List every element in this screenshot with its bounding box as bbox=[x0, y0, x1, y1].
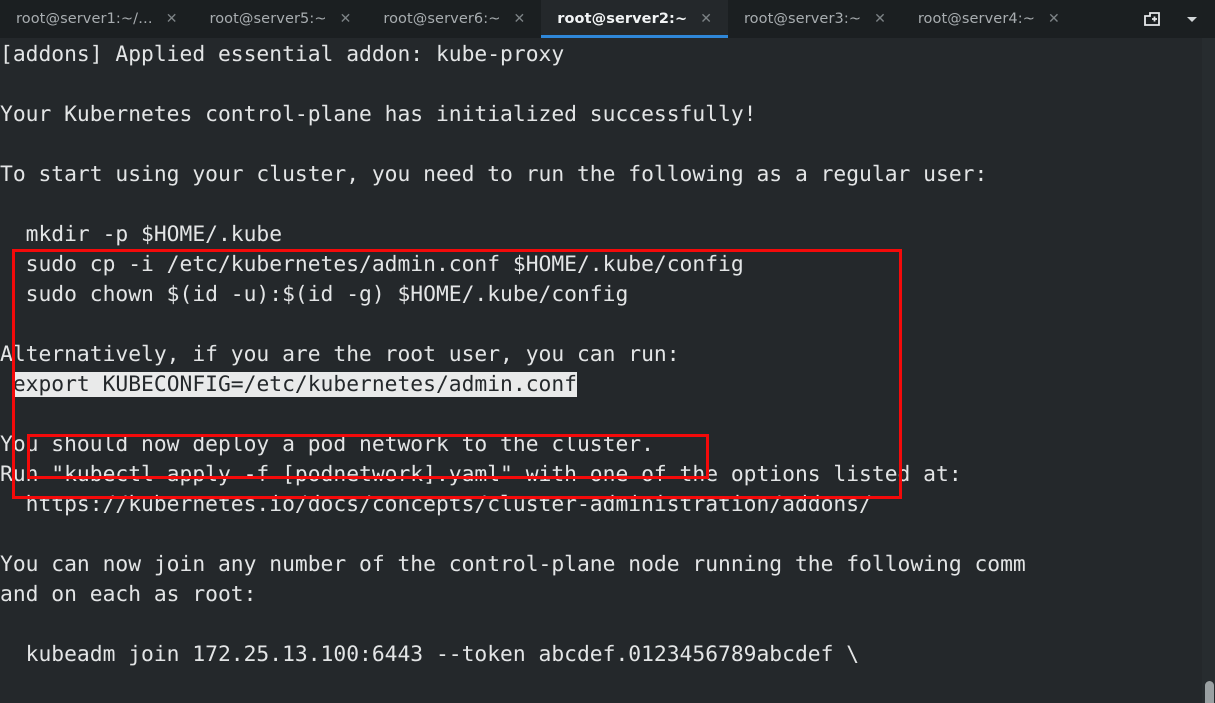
tab-label: root@server4:~ bbox=[917, 11, 1035, 27]
tab-root-server6[interactable]: root@server6:~ ✕ bbox=[367, 0, 541, 38]
tab-label: root@server3:~ bbox=[743, 11, 862, 27]
tab-label: root@server5:~ bbox=[209, 11, 327, 27]
tab-label: root@server2:~ bbox=[557, 11, 688, 27]
tab-root-server4[interactable]: root@server4:~ ✕ bbox=[902, 0, 1076, 38]
close-icon[interactable]: ✕ bbox=[874, 12, 886, 26]
terminal-line: [addons] Applied essential addon: kube-p… bbox=[0, 42, 565, 67]
new-tab-icon[interactable] bbox=[1141, 8, 1163, 30]
tab-root-server5[interactable]: root@server5:~ ✕ bbox=[193, 0, 367, 38]
terminal-line: and on each as root: bbox=[0, 582, 257, 607]
close-icon[interactable]: ✕ bbox=[513, 12, 525, 26]
terminal-output-area[interactable]: [addons] Applied essential addon: kube-p… bbox=[0, 38, 1215, 703]
terminal-line: sudo cp -i /etc/kubernetes/admin.conf $H… bbox=[0, 252, 744, 277]
close-icon[interactable]: ✕ bbox=[700, 12, 712, 26]
tab-root-server3[interactable]: root@server3:~ ✕ bbox=[728, 0, 902, 38]
selected-command-text[interactable]: export KUBECONFIG=/etc/kubernetes/admin.… bbox=[12, 372, 577, 397]
vertical-scrollbar-track[interactable] bbox=[1202, 38, 1215, 703]
terminal-line: https://kubernetes.io/docs/concepts/clus… bbox=[0, 492, 872, 517]
tab-bar-actions bbox=[1141, 0, 1215, 38]
tab-root-server1[interactable]: root@server1:~/… ✕ bbox=[0, 0, 193, 38]
terminal-line: mkdir -p $HOME/.kube bbox=[0, 222, 283, 247]
close-icon[interactable]: ✕ bbox=[166, 12, 178, 26]
chevron-down-icon[interactable] bbox=[1181, 8, 1203, 30]
terminal-window: root@server1:~/… ✕ root@server5:~ ✕ root… bbox=[0, 0, 1215, 703]
terminal-line: To start using your cluster, you need to… bbox=[0, 162, 988, 187]
terminal-line: You should now deploy a pod network to t… bbox=[0, 432, 654, 457]
terminal-line: You can now join any number of the contr… bbox=[0, 552, 1026, 577]
vertical-scrollbar-thumb[interactable] bbox=[1205, 681, 1214, 703]
tab-bar-spacer bbox=[1076, 0, 1141, 38]
tab-bar: root@server1:~/… ✕ root@server5:~ ✕ root… bbox=[0, 0, 1215, 38]
terminal-line: Run "kubectl apply -f [podnetwork].yaml"… bbox=[0, 462, 962, 487]
tab-label: root@server1:~/… bbox=[16, 11, 153, 27]
tab-root-server2[interactable]: root@server2:~ ✕ bbox=[541, 0, 728, 38]
terminal-line: Alternatively, if you are the root user,… bbox=[0, 342, 680, 367]
terminal-text: [addons] Applied essential addon: kube-p… bbox=[0, 40, 1026, 670]
close-icon[interactable]: ✕ bbox=[1048, 12, 1060, 26]
terminal-line: Your Kubernetes control-plane has initia… bbox=[0, 102, 757, 127]
close-icon[interactable]: ✕ bbox=[340, 12, 352, 26]
terminal-line: sudo chown $(id -u):$(id -g) $HOME/.kube… bbox=[0, 282, 629, 307]
tab-label: root@server6:~ bbox=[383, 11, 501, 27]
terminal-line: kubeadm join 172.25.13.100:6443 --token … bbox=[0, 642, 860, 667]
